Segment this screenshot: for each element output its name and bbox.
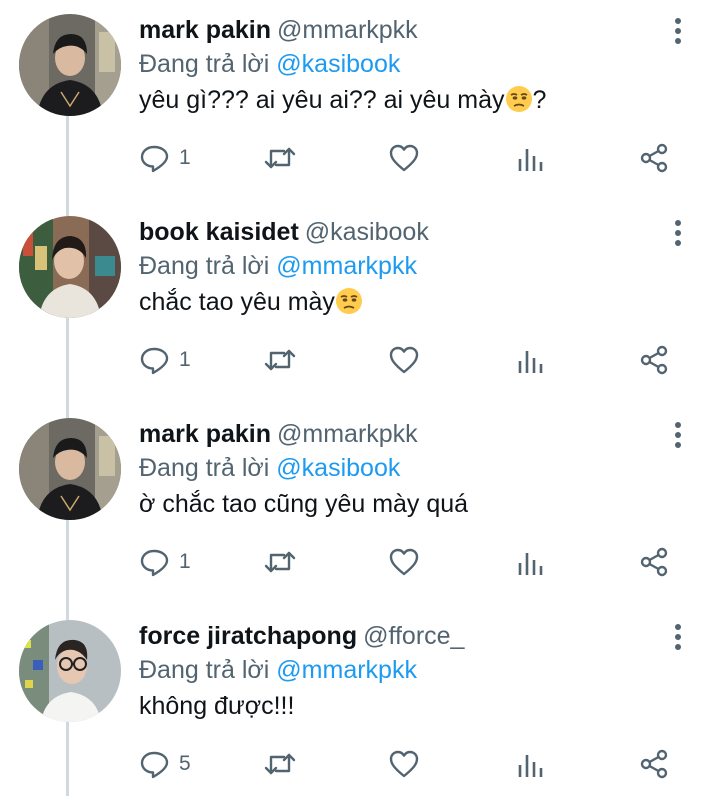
heart-icon xyxy=(388,547,420,577)
share-button[interactable] xyxy=(638,742,670,786)
tweet-actions: 1 xyxy=(0,136,718,184)
tweet-actions: 1 xyxy=(0,540,718,588)
like-button[interactable] xyxy=(388,540,420,584)
reply-bubble-icon xyxy=(139,344,171,376)
mention-link[interactable]: @mmarkpkk xyxy=(276,252,417,280)
tweet-item[interactable]: mark pakin @mmarkpkk Đang trả lời @kasibo… xyxy=(0,404,718,606)
share-icon xyxy=(638,142,670,174)
tweet-body: không được!!! xyxy=(139,692,295,720)
tweet-text: không được!!! xyxy=(139,687,294,725)
replying-to: Đang trả lời @mmarkpkk xyxy=(139,653,417,687)
user-handle[interactable]: @fforce_ xyxy=(363,622,464,650)
reply-bubble-icon xyxy=(139,546,171,578)
replying-to: Đang trả lời @mmarkpkk xyxy=(139,249,417,283)
tweet-header: book kaisidet @kasibook xyxy=(139,215,429,249)
reply-bubble-icon xyxy=(139,142,171,174)
tweet-header: force jiratchapong @fforce_ xyxy=(139,619,464,653)
more-vertical-icon[interactable] xyxy=(668,14,688,48)
retweet-button[interactable] xyxy=(262,338,298,382)
unamused-face-icon xyxy=(335,287,363,326)
replying-to-label: Đang trả lời xyxy=(139,454,270,482)
share-button[interactable] xyxy=(638,338,670,382)
analytics-button[interactable] xyxy=(516,338,544,382)
retweet-icon xyxy=(262,748,298,780)
replying-to-label: Đang trả lời xyxy=(139,50,270,78)
display-name[interactable]: book kaisidet xyxy=(139,218,299,246)
replying-to-label: Đang trả lời xyxy=(139,656,270,684)
tweet-text: yêu gì??? ai yêu ai?? ai yêu mày? xyxy=(139,81,546,124)
tweet-actions: 1 xyxy=(0,338,718,386)
reply-button[interactable]: 1 xyxy=(139,136,191,180)
display-name[interactable]: mark pakin xyxy=(139,420,271,448)
retweet-icon xyxy=(262,546,298,578)
tweet-body: chắc tao yêu mày xyxy=(139,288,335,316)
tweet-header: mark pakin @mmarkpkk xyxy=(139,13,418,47)
reply-count: 1 xyxy=(179,348,191,371)
reply-button[interactable]: 1 xyxy=(139,540,191,584)
avatar[interactable] xyxy=(19,418,121,520)
like-button[interactable] xyxy=(388,742,420,786)
tweet-item[interactable]: book kaisidet @kasibook Đang trả lời @mma… xyxy=(0,202,718,404)
avatar[interactable] xyxy=(19,620,121,722)
tweet-body: yêu gì??? ai yêu ai?? ai yêu mày xyxy=(139,86,505,114)
analytics-icon xyxy=(516,547,544,577)
mention-link[interactable]: @mmarkpkk xyxy=(276,656,417,684)
replying-to: Đang trả lời @kasibook xyxy=(139,47,400,81)
reply-button[interactable]: 5 xyxy=(139,742,191,786)
unamused-face-icon xyxy=(505,85,533,124)
reply-count: 5 xyxy=(179,752,191,775)
avatar[interactable] xyxy=(19,216,121,318)
user-handle[interactable]: @mmarkpkk xyxy=(277,420,418,448)
share-button[interactable] xyxy=(638,136,670,180)
share-button[interactable] xyxy=(638,540,670,584)
tweet-item[interactable]: mark pakin @mmarkpkk Đang trả lời @kasibo… xyxy=(0,0,718,202)
share-icon xyxy=(638,748,670,780)
analytics-button[interactable] xyxy=(516,136,544,180)
retweet-button[interactable] xyxy=(262,540,298,584)
more-vertical-icon[interactable] xyxy=(668,620,688,654)
more-vertical-icon[interactable] xyxy=(668,418,688,452)
retweet-button[interactable] xyxy=(262,136,298,180)
tweet-header: mark pakin @mmarkpkk xyxy=(139,417,418,451)
tweet-actions: 5 xyxy=(0,742,718,790)
display-name[interactable]: force jiratchapong xyxy=(139,622,357,650)
more-vertical-icon[interactable] xyxy=(668,216,688,250)
replying-to: Đang trả lời @kasibook xyxy=(139,451,400,485)
analytics-button[interactable] xyxy=(516,540,544,584)
reply-count: 1 xyxy=(179,550,191,573)
analytics-icon xyxy=(516,345,544,375)
display-name[interactable]: mark pakin xyxy=(139,16,271,44)
reply-bubble-icon xyxy=(139,748,171,780)
tweet-body-suffix: ? xyxy=(532,86,547,114)
user-handle[interactable]: @kasibook xyxy=(305,218,429,246)
mention-link[interactable]: @kasibook xyxy=(276,50,400,78)
tweet-item[interactable]: force jiratchapong @fforce_ Đang trả lời … xyxy=(0,606,718,808)
heart-icon xyxy=(388,345,420,375)
tweet-text: chắc tao yêu mày xyxy=(139,283,363,326)
retweet-icon xyxy=(262,344,298,376)
user-handle[interactable]: @mmarkpkk xyxy=(277,16,418,44)
analytics-icon xyxy=(516,143,544,173)
retweet-icon xyxy=(262,142,298,174)
retweet-button[interactable] xyxy=(262,742,298,786)
heart-icon xyxy=(388,143,420,173)
avatar[interactable] xyxy=(19,14,121,116)
share-icon xyxy=(638,546,670,578)
reply-button[interactable]: 1 xyxy=(139,338,191,382)
like-button[interactable] xyxy=(388,338,420,382)
analytics-icon xyxy=(516,749,544,779)
like-button[interactable] xyxy=(388,136,420,180)
tweet-text: ờ chắc tao cũng yêu mày quá xyxy=(139,485,468,523)
heart-icon xyxy=(388,749,420,779)
tweet-body: ờ chắc tao cũng yêu mày quá xyxy=(139,490,469,518)
replying-to-label: Đang trả lời xyxy=(139,252,270,280)
analytics-button[interactable] xyxy=(516,742,544,786)
mention-link[interactable]: @kasibook xyxy=(276,454,400,482)
reply-count: 1 xyxy=(179,146,191,169)
share-icon xyxy=(638,344,670,376)
